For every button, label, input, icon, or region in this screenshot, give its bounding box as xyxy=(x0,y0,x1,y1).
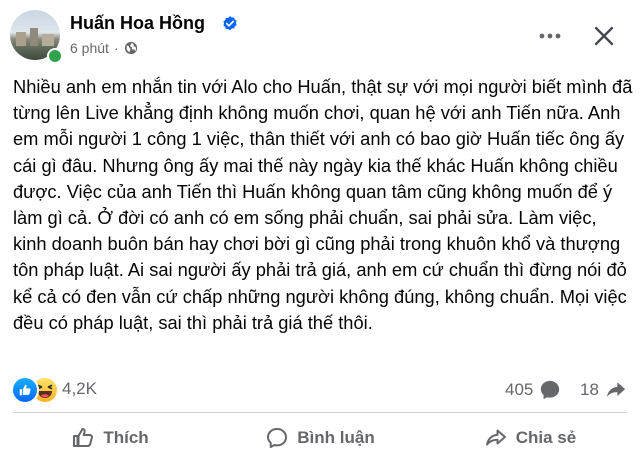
comment-count-value: 405 xyxy=(505,380,534,399)
reaction-summary-bar: 4,2K 405 18 xyxy=(8,376,632,404)
online-status-dot xyxy=(47,48,63,64)
comment-button-label: Bình luận xyxy=(297,428,375,447)
share-button[interactable]: Chia sẻ xyxy=(460,418,600,458)
share-count-icon xyxy=(606,382,626,397)
comment-icon xyxy=(267,428,288,448)
like-reaction-icon xyxy=(11,376,39,404)
share-icon xyxy=(485,429,506,446)
verified-badge-icon xyxy=(223,16,237,31)
author-name[interactable]: Huấn Hoa Hồng xyxy=(70,13,205,34)
more-options-button[interactable] xyxy=(536,22,564,50)
reaction-icons[interactable] xyxy=(11,376,59,404)
post-time[interactable]: 6 phút xyxy=(70,40,109,56)
comment-button[interactable]: Bình luận xyxy=(240,418,400,458)
reaction-count[interactable]: 4,2K xyxy=(62,379,97,399)
share-button-label: Chia sẻ xyxy=(515,428,577,447)
post-actions: Thích Bình luận Chia sẻ xyxy=(0,418,640,460)
like-button[interactable]: Thích xyxy=(50,418,170,458)
share-count[interactable]: 18 xyxy=(580,379,627,401)
post-body-text: Nhiều anh em nhắn tin với Alo cho Huấn, … xyxy=(13,76,633,333)
more-icon xyxy=(539,33,561,39)
meta-separator: · xyxy=(113,40,119,56)
close-button[interactable] xyxy=(588,20,620,52)
close-icon xyxy=(594,26,614,46)
comment-count[interactable]: 405 xyxy=(505,379,561,401)
action-divider xyxy=(13,412,627,413)
like-icon xyxy=(73,428,94,447)
post-meta: 6 phút · xyxy=(70,40,138,56)
globe-icon[interactable] xyxy=(124,41,138,55)
like-button-label: Thích xyxy=(103,428,149,447)
share-count-value: 18 xyxy=(580,380,599,399)
comment-count-icon xyxy=(541,380,560,400)
post-header: Huấn Hoa Hồng 6 phút · xyxy=(0,0,640,72)
